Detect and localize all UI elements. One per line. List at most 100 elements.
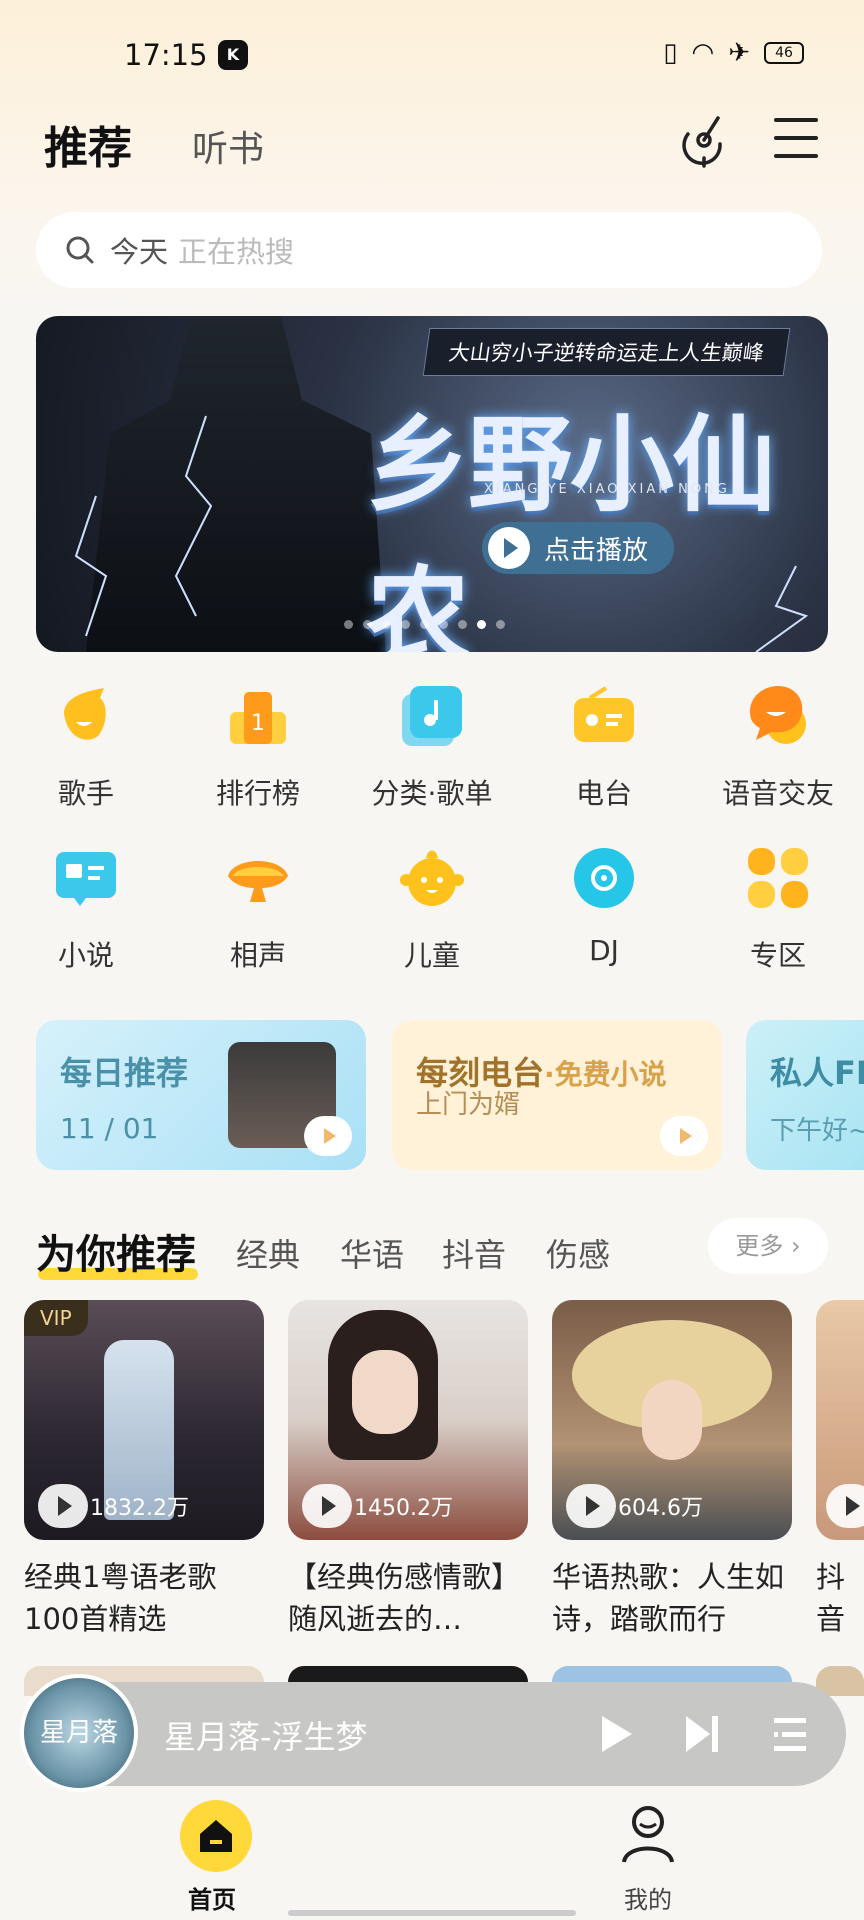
grid-item-zone[interactable]: 专区 xyxy=(698,846,858,974)
play-icon[interactable] xyxy=(596,1712,636,1756)
grid-item-novel[interactable]: 小说 xyxy=(6,846,166,974)
tab-recommend[interactable]: 推荐 xyxy=(44,112,140,176)
playlist-card[interactable]: 抖音你跑 xyxy=(816,1300,864,1640)
player-cover-image[interactable]: 星月落 xyxy=(20,1674,138,1792)
grid-item-radio[interactable]: 电台 xyxy=(524,684,684,812)
play-icon xyxy=(38,1484,88,1528)
ranking-icon: 1 xyxy=(226,684,290,748)
carousel-dot[interactable] xyxy=(477,620,486,629)
banner-subtitle: XIANG YE XIAO XIAN NONG xyxy=(484,482,730,497)
children-icon xyxy=(400,846,464,910)
grid-item-children[interactable]: 儿童 xyxy=(352,846,512,974)
banner-play-label: 点击播放 xyxy=(544,535,649,566)
mini-player[interactable]: 星月落 星月落-浮生梦 xyxy=(20,1674,846,1792)
grid-label: 歌手 xyxy=(57,777,114,810)
crosstalk-icon xyxy=(226,846,290,910)
recommend-section-header: 为你推荐 经典 华语 抖音 伤感 更多 › xyxy=(0,1218,864,1280)
status-time: 17:15 xyxy=(124,38,208,72)
home-indicator[interactable] xyxy=(288,1910,576,1916)
banner-play-button[interactable]: 点击播放 xyxy=(482,522,675,574)
bottom-nav: 首页 我的 xyxy=(0,1796,864,1920)
grid-item-ranking[interactable]: 1 排行榜 xyxy=(178,684,338,812)
playlist-cover-image: 604.6万 xyxy=(552,1300,792,1540)
carousel-dot[interactable] xyxy=(363,620,372,629)
nav-me-label[interactable]: 我的 xyxy=(624,1880,672,1915)
novel-icon xyxy=(54,846,118,910)
wifi-icon: ◠ xyxy=(691,38,715,68)
playlist-card[interactable]: 1450.2万 【经典伤感情歌】随风逝去的… xyxy=(288,1300,528,1640)
grid-item-category[interactable]: 分类·歌单 xyxy=(352,684,512,812)
fm-subtitle: 下午好~ xyxy=(770,1116,864,1146)
more-button[interactable]: 更多 › xyxy=(708,1218,828,1274)
recommend-tab[interactable]: 伤感 xyxy=(546,1230,610,1276)
promo-banner[interactable]: 大山穷小子逆转命运走上人生巅峰 乡野小仙农 XIANG YE XIAO XIAN… xyxy=(36,316,828,652)
grid-label: 排行榜 xyxy=(215,777,300,810)
zone-icon xyxy=(746,846,810,910)
play-count: 1832.2万 xyxy=(90,1496,189,1521)
daily-play-icon[interactable] xyxy=(304,1116,352,1156)
grid-label: DJ xyxy=(589,934,619,967)
carousel-dot[interactable] xyxy=(439,620,448,629)
private-fm-card[interactable]: 私人FM 下午好~ xyxy=(746,1020,864,1170)
playlist-cover-image xyxy=(816,1300,864,1540)
search-query: 今天 xyxy=(110,235,169,269)
feature-cards: 每日推荐 11 / 01 每刻电台·免费小说 上门为婿 私人FM 下午好~ xyxy=(0,1020,864,1170)
svg-text:1: 1 xyxy=(251,711,265,736)
nav-home-label[interactable]: 首页 xyxy=(188,1880,236,1915)
grid-label: 语音交友 xyxy=(721,777,834,810)
playlist-title: 经典1粤语老歌100首精选 xyxy=(24,1560,217,1636)
search-placeholder: 正在热搜 xyxy=(178,235,295,269)
recommend-tab[interactable]: 抖音 xyxy=(442,1230,506,1276)
daily-recommend-card[interactable]: 每日推荐 11 / 01 xyxy=(36,1020,366,1170)
recommend-tab[interactable]: 经典 xyxy=(236,1230,300,1276)
vip-badge: VIP xyxy=(24,1300,88,1336)
playlist-card[interactable]: VIP 1832.2万 经典1粤语老歌100首精选 xyxy=(24,1300,264,1640)
playlist-cover-image: VIP 1832.2万 xyxy=(24,1300,264,1540)
menu-icon[interactable] xyxy=(774,118,818,158)
app-notification-icon: K xyxy=(218,40,248,70)
carousel-dot[interactable] xyxy=(496,620,505,629)
grid-label: 专区 xyxy=(749,939,806,972)
recommend-title[interactable]: 为你推荐 xyxy=(36,1222,198,1280)
playlist-title: 抖音你跑 xyxy=(816,1560,846,1636)
carousel-dots[interactable] xyxy=(344,620,505,629)
carousel-dot[interactable] xyxy=(344,620,353,629)
radio-card[interactable]: 每刻电台·免费小说 上门为婿 xyxy=(392,1020,722,1170)
carousel-dot[interactable] xyxy=(458,620,467,629)
playlist-card[interactable]: 604.6万 华语热歌：人生如诗，踏歌而行 xyxy=(552,1300,792,1640)
next-track-icon[interactable] xyxy=(682,1712,722,1756)
voice-chat-icon xyxy=(746,684,810,748)
radio-title-suffix: ·免费小说 xyxy=(544,1058,667,1091)
grid-item-dj[interactable]: DJ xyxy=(524,846,684,967)
play-icon xyxy=(826,1484,864,1528)
grid-item-crosstalk[interactable]: 相声 xyxy=(178,846,338,974)
play-icon xyxy=(566,1484,616,1528)
player-song-title[interactable]: 星月落-浮生梦 xyxy=(164,1712,368,1758)
grid-item-singer[interactable]: 歌手 xyxy=(6,684,166,812)
search-bar[interactable]: 今天 正在热搜 xyxy=(36,212,822,288)
nav-home-button[interactable] xyxy=(180,1800,252,1872)
banner-title: 乡野小仙农 xyxy=(366,404,776,652)
grid-label: 电台 xyxy=(575,777,632,810)
battery-icon: 46 xyxy=(764,42,804,64)
playlist-icon[interactable] xyxy=(770,1712,810,1756)
tab-audiobook[interactable]: 听书 xyxy=(192,120,264,172)
airplane-icon: ✈ xyxy=(728,38,750,68)
banner-tagline: 大山穷小子逆转命运走上人生巅峰 xyxy=(422,328,791,376)
carousel-dot[interactable] xyxy=(401,620,410,629)
grid-item-voice-chat[interactable]: 语音交友 xyxy=(698,684,858,812)
listen-recognize-icon[interactable] xyxy=(680,112,730,168)
carousel-dot[interactable] xyxy=(382,620,391,629)
recommend-tab[interactable]: 华语 xyxy=(340,1230,404,1276)
status-bar: 17:15 K ▯ ◠ ✈ 46 xyxy=(0,0,864,110)
play-icon xyxy=(488,527,530,569)
tab-recommend-label: 推荐 xyxy=(44,123,132,174)
carousel-dot[interactable] xyxy=(420,620,429,629)
daily-title: 每日推荐 xyxy=(60,1054,189,1092)
playlist-cover-image: 1450.2万 xyxy=(288,1300,528,1540)
chevron-right-icon: › xyxy=(791,1232,801,1260)
grid-label: 儿童 xyxy=(403,939,460,972)
category-icon xyxy=(400,684,464,748)
radio-play-icon[interactable] xyxy=(660,1116,708,1156)
profile-icon[interactable] xyxy=(620,1802,676,1864)
